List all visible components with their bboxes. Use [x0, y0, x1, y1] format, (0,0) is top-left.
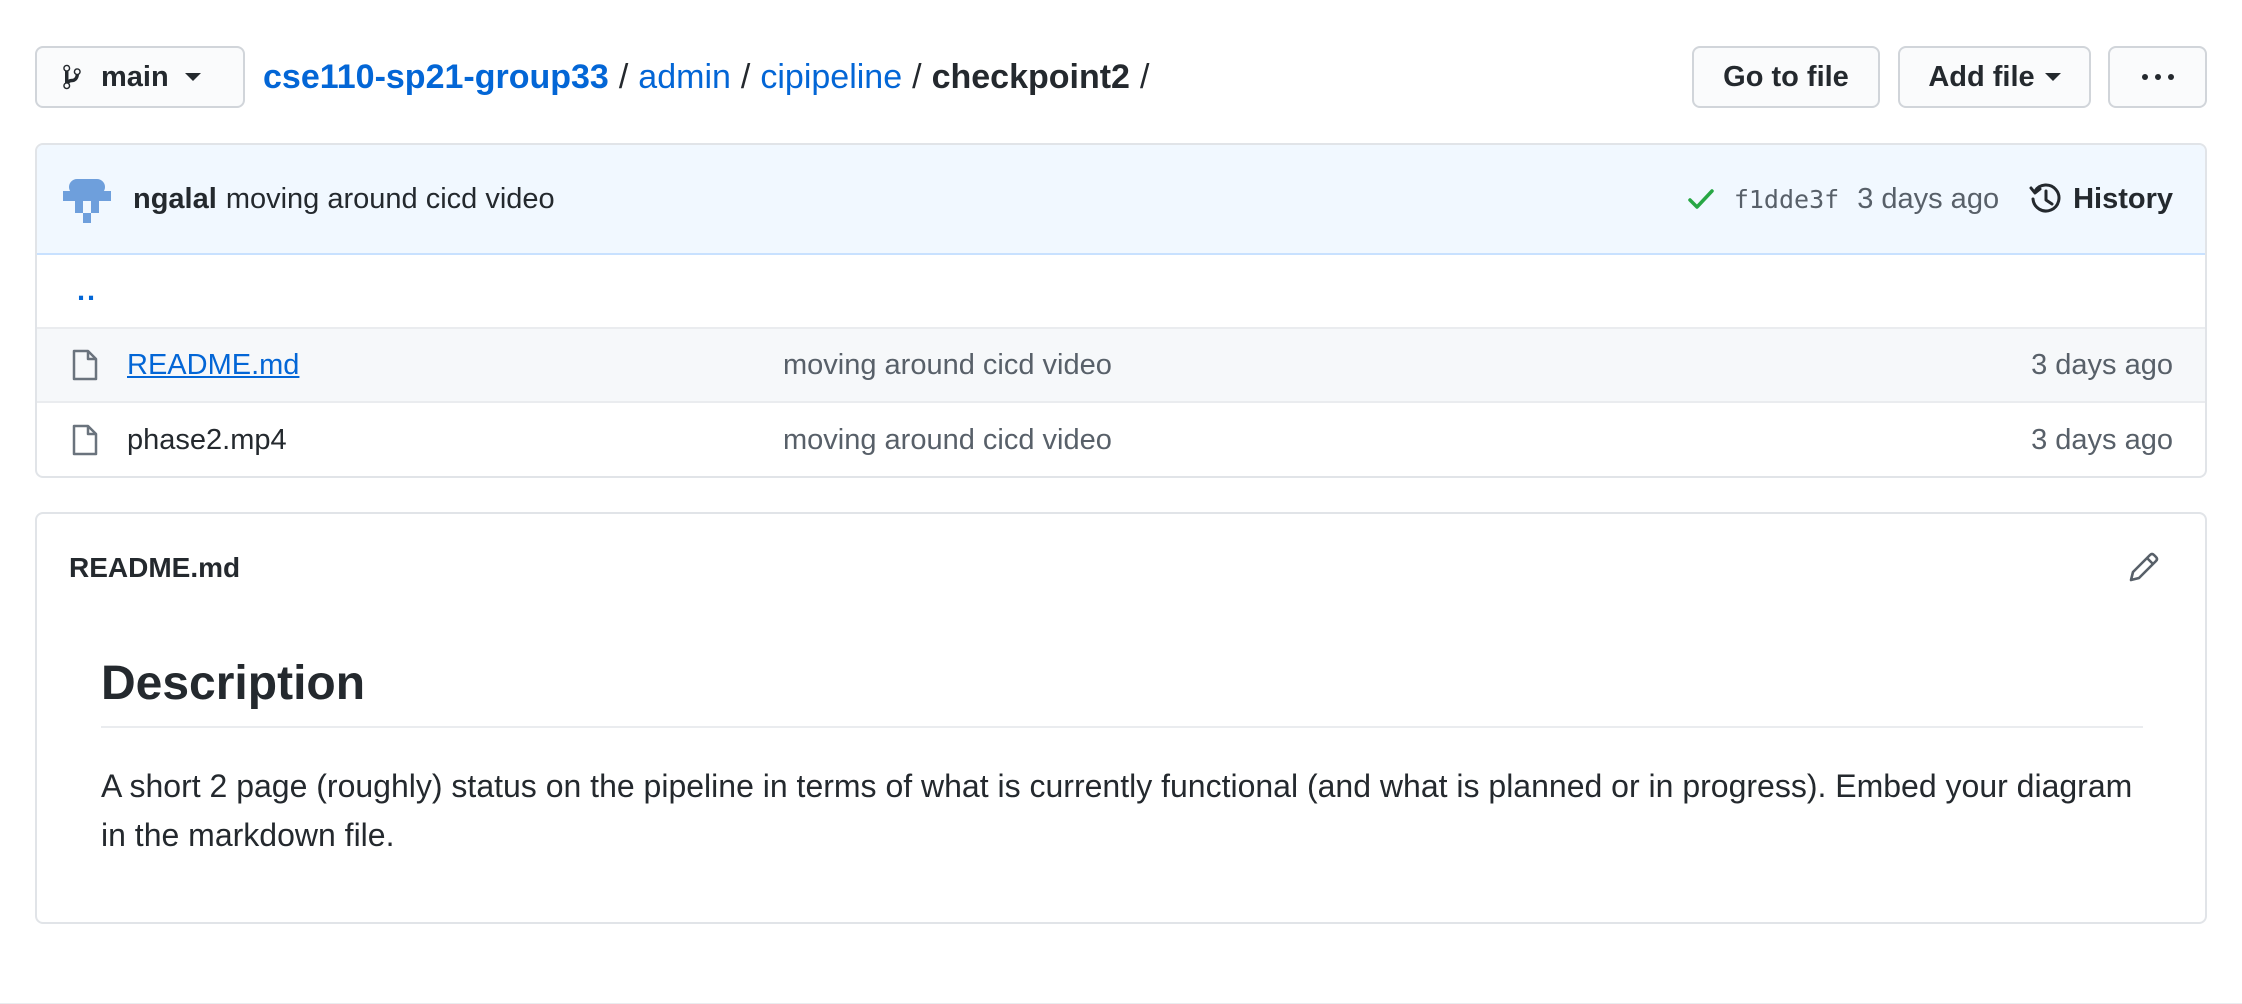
breadcrumb: cse110-sp21-group33 / admin / cipipeline… [263, 46, 1159, 108]
commit-author[interactable]: ngalal [133, 183, 217, 216]
git-branch-icon [63, 64, 81, 90]
commit-sha[interactable]: f1dde3f [1734, 185, 1839, 214]
file-commit-message[interactable]: moving around cicd video [783, 349, 1112, 382]
avatar[interactable] [63, 175, 111, 223]
breadcrumb-repo-link[interactable]: cse110-sp21-group33 [263, 58, 609, 97]
file-navigation: main cse110-sp21-group33 / admin / cipip… [35, 46, 2207, 110]
file-icon [72, 424, 98, 456]
file-name-link[interactable]: phase2.mp4 [127, 424, 783, 457]
parent-directory-row: .. [37, 255, 2205, 329]
readme-body: A short 2 page (roughly) status on the p… [101, 768, 2133, 853]
readme-panel: README.md Description A short 2 page (ro… [35, 512, 2207, 924]
commit-meta: f1dde3f 3 days ago History [1688, 182, 2173, 216]
file-row[interactable]: phase2.mp4 moving around cicd video 3 da… [37, 403, 2205, 476]
check-icon[interactable] [1688, 188, 1714, 210]
breadcrumb-admin-link[interactable]: admin [638, 58, 731, 97]
latest-commit-bar: ngalal moving around cicd video f1dde3f … [37, 145, 2205, 255]
commit-message[interactable]: moving around cicd video [226, 183, 555, 216]
add-file-button[interactable]: Add file [1898, 46, 2091, 108]
breadcrumb-cipipeline-link[interactable]: cipipeline [760, 58, 902, 97]
breadcrumb-current: checkpoint2 [931, 57, 1130, 96]
readme-heading: Description [101, 656, 2143, 728]
readme-filename: README.md [69, 552, 241, 583]
history-label: History [2073, 182, 2173, 215]
go-to-file-button[interactable]: Go to file [1692, 46, 1880, 108]
file-icon [72, 349, 98, 381]
commit-age: 3 days ago [1857, 182, 2000, 215]
breadcrumb-separator: / [1139, 57, 1150, 96]
file-row[interactable]: README.md moving around cicd video 3 day… [37, 329, 2205, 403]
history-link[interactable]: History [2029, 182, 2173, 216]
file-age: 3 days ago [2031, 423, 2173, 456]
breadcrumb-separator: / [618, 57, 629, 96]
breadcrumb-separator: / [912, 57, 922, 96]
history-icon [2029, 183, 2061, 213]
add-file-label: Add file [1928, 60, 2035, 93]
parent-directory-link[interactable]: .. [77, 275, 97, 308]
file-age: 3 days ago [2031, 348, 2173, 381]
file-browser: ngalal moving around cicd video f1dde3f … [35, 143, 2207, 478]
pencil-icon[interactable] [2127, 550, 2161, 584]
breadcrumb-separator: / [740, 57, 751, 96]
chevron-down-icon [184, 73, 201, 81]
kebab-horizontal-icon [2141, 74, 2174, 80]
more-options-button[interactable] [2108, 46, 2207, 108]
file-commit-message[interactable]: moving around cicd video [783, 424, 1112, 457]
branch-name: main [101, 60, 169, 93]
chevron-down-icon [2044, 73, 2061, 81]
branch-select-button[interactable]: main [35, 46, 245, 108]
file-name-link[interactable]: README.md [127, 349, 783, 382]
